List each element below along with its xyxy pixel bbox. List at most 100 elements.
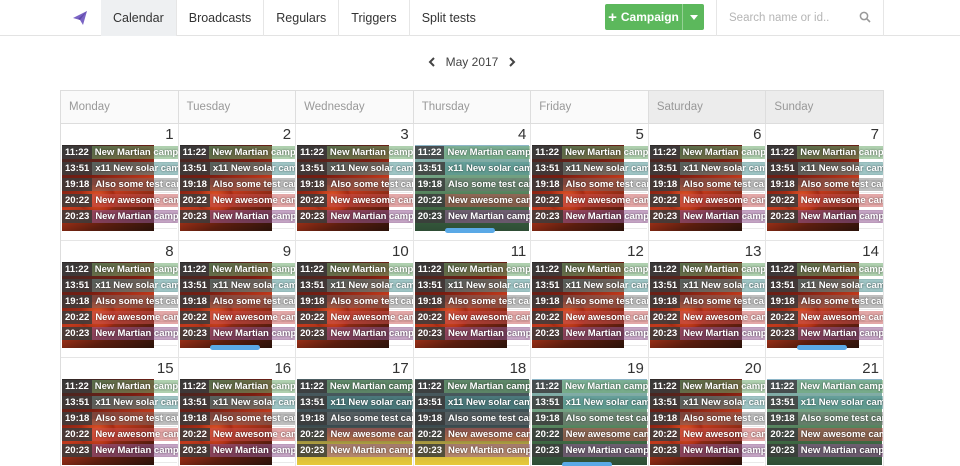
calendar-day-cell[interactable]: 1611:22New Martian campaign13:51x11 New … [179, 358, 297, 466]
calendar-event[interactable]: 13:51x11 New solar campaign [532, 162, 648, 175]
calendar-event[interactable]: 11:22New Martian campaign [179, 263, 296, 276]
calendar-event[interactable]: 20:22New awesome campaign [297, 311, 413, 324]
new-campaign-main[interactable]: + Campaign [605, 10, 682, 25]
calendar-event[interactable]: 19:18Also some test campaign [179, 412, 296, 425]
calendar-event[interactable]: 20:23New Martian campaign [62, 327, 178, 340]
calendar-event[interactable]: 11:22New Martian campaign [532, 263, 648, 276]
calendar-event[interactable]: 19:18Also some test campaign [179, 295, 296, 308]
calendar-event[interactable]: 13:51x11 New solar campaign [767, 396, 883, 409]
calendar-event[interactable]: 20:22New awesome campaign [532, 428, 648, 441]
calendar-event[interactable]: 20:23New Martian campaign [767, 327, 883, 340]
calendar-event[interactable]: 20:23New Martian campaign [414, 327, 531, 340]
calendar-event[interactable]: 11:22New Martian campaign [414, 146, 531, 159]
calendar-event[interactable]: 13:51x11 New solar campaign [62, 162, 178, 175]
calendar-event[interactable]: 13:51x11 New solar campaign [297, 279, 413, 292]
calendar-event[interactable]: 20:22New awesome campaign [414, 311, 531, 324]
next-month-arrow-icon[interactable] [506, 55, 518, 69]
calendar-event[interactable]: 20:22New awesome campaign [649, 311, 766, 324]
calendar-event[interactable]: 13:51x11 New solar campaign [297, 162, 413, 175]
calendar-event[interactable]: 20:22New awesome campaign [414, 428, 531, 441]
calendar-event[interactable]: 11:22New Martian campaign [767, 380, 883, 393]
calendar-day-cell[interactable]: 611:22New Martian campaign13:51x11 New s… [648, 124, 767, 241]
calendar-day-cell[interactable]: 2111:22New Martian campaign13:51x11 New … [766, 358, 884, 466]
calendar-event[interactable]: 19:18Also some test campaign [414, 295, 531, 308]
calendar-day-cell[interactable]: 2011:22New Martian campaign13:51x11 New … [649, 358, 767, 466]
calendar-event[interactable]: 11:22New Martian campaign [62, 380, 178, 393]
calendar-event[interactable]: 11:22New Martian campaign [767, 263, 883, 276]
calendar-event[interactable]: 20:22New awesome campaign [62, 311, 178, 324]
calendar-event[interactable]: 19:18Also some test campaign [649, 295, 766, 308]
calendar-event[interactable]: 20:23New Martian campaign [414, 444, 531, 457]
calendar-event[interactable]: 19:18Also some test campaign [532, 295, 648, 308]
calendar-event[interactable]: 13:51x11 New solar campaign [297, 396, 413, 409]
calendar-event[interactable]: 19:18Also some test campaign [62, 295, 178, 308]
calendar-event[interactable]: 20:22New awesome campaign [62, 428, 178, 441]
campaign-dropdown-toggle[interactable] [682, 4, 704, 30]
calendar-event[interactable]: 13:51x11 New solar campaign [767, 162, 883, 175]
calendar-event[interactable]: 13:51x11 New solar campaign [179, 396, 296, 409]
calendar-day-cell[interactable]: 1811:22New Martian campaign13:51x11 New … [414, 358, 532, 466]
calendar-event[interactable]: 19:18Also some test campaign [62, 178, 178, 191]
calendar-event[interactable]: 20:23New Martian campaign [767, 444, 883, 457]
calendar-day-cell[interactable]: 711:22New Martian campaign13:51x11 New s… [766, 124, 884, 241]
calendar-day-cell[interactable]: 911:22New Martian campaign13:51x11 New s… [178, 241, 297, 358]
calendar-event[interactable]: 20:23New Martian campaign [179, 327, 296, 340]
calendar-event[interactable]: 11:22New Martian campaign [414, 263, 531, 276]
calendar-event[interactable]: 13:51x11 New solar campaign [649, 162, 766, 175]
calendar-event[interactable]: 19:18Also some test campaign [297, 295, 413, 308]
calendar-event[interactable]: 11:22New Martian campaign [414, 380, 531, 393]
calendar-event[interactable]: 20:22New awesome campaign [767, 311, 883, 324]
calendar-event[interactable]: 20:22New awesome campaign [767, 428, 883, 441]
calendar-event[interactable]: 20:23New Martian campaign [649, 444, 766, 457]
calendar-event[interactable]: 20:23New Martian campaign [62, 444, 178, 457]
calendar-day-cell[interactable]: 1411:22New Martian campaign13:51x11 New … [766, 241, 884, 358]
calendar-event[interactable]: 19:18Also some test campaign [767, 178, 883, 191]
calendar-event[interactable]: 11:22New Martian campaign [297, 380, 413, 393]
calendar-event[interactable]: 19:18Also some test campaign [414, 178, 531, 191]
tab-calendar[interactable]: Calendar [101, 0, 177, 36]
calendar-event[interactable]: 19:18Also some test campaign [179, 178, 296, 191]
new-campaign-button[interactable]: + Campaign [605, 4, 704, 30]
calendar-event[interactable]: 19:18Also some test campaign [649, 178, 766, 191]
calendar-event[interactable]: 11:22New Martian campaign [62, 263, 178, 276]
calendar-event[interactable]: 20:22New awesome campaign [649, 194, 766, 207]
calendar-event[interactable]: 19:18Also some test campaign [649, 412, 766, 425]
search-input[interactable] [729, 12, 859, 24]
calendar-event[interactable]: 11:22New Martian campaign [649, 146, 766, 159]
calendar-day-cell[interactable]: 311:22New Martian campaign13:51x11 New s… [296, 124, 414, 241]
tab-broadcasts[interactable]: Broadcasts [177, 0, 265, 36]
calendar-event[interactable]: 13:51x11 New solar campaign [532, 279, 648, 292]
tab-regulars[interactable]: Regulars [264, 0, 340, 36]
calendar-event[interactable]: 19:18Also some test campaign [414, 412, 531, 425]
calendar-event[interactable]: 20:22New awesome campaign [532, 311, 648, 324]
calendar-day-cell[interactable]: 1011:22New Martian campaign13:51x11 New … [296, 241, 414, 358]
tab-split-tests[interactable]: Split tests [410, 0, 488, 36]
calendar-event[interactable]: 13:51x11 New solar campaign [649, 279, 766, 292]
calendar-day-cell[interactable]: 211:22New Martian campaign13:51x11 New s… [178, 124, 297, 241]
calendar-event[interactable]: 20:23New Martian campaign [297, 327, 413, 340]
calendar-event[interactable]: 19:18Also some test campaign [532, 412, 648, 425]
calendar-event[interactable]: 13:51x11 New solar campaign [532, 396, 648, 409]
tab-triggers[interactable]: Triggers [339, 0, 410, 36]
calendar-day-cell[interactable]: 1111:22New Martian campaign13:51x11 New … [413, 241, 532, 358]
calendar-event[interactable]: 20:22New awesome campaign [62, 194, 178, 207]
calendar-event[interactable]: 20:22New awesome campaign [297, 428, 413, 441]
calendar-day-cell[interactable]: 1211:22New Martian campaign13:51x11 New … [531, 241, 649, 358]
search-icon[interactable] [859, 11, 871, 23]
calendar-day-cell[interactable]: 511:22New Martian campaign13:51x11 New s… [531, 124, 649, 241]
calendar-day-cell[interactable]: 411:22New Martian campaign13:51x11 New s… [413, 124, 532, 241]
calendar-event[interactable]: 19:18Also some test campaign [297, 178, 413, 191]
prev-month-arrow-icon[interactable] [426, 55, 438, 69]
calendar-event[interactable]: 20:23New Martian campaign [62, 210, 178, 223]
calendar-event[interactable]: 19:18Also some test campaign [532, 178, 648, 191]
calendar-day-cell[interactable]: 1311:22New Martian campaign13:51x11 New … [648, 241, 767, 358]
calendar-event[interactable]: 13:51x11 New solar campaign [62, 396, 178, 409]
calendar-event[interactable]: 20:23New Martian campaign [649, 210, 766, 223]
calendar-day-cell[interactable]: 811:22New Martian campaign13:51x11 New s… [61, 241, 179, 358]
calendar-event[interactable]: 20:23New Martian campaign [532, 444, 648, 457]
calendar-event[interactable]: 11:22New Martian campaign [62, 146, 178, 159]
calendar-event[interactable]: 13:51x11 New solar campaign [179, 162, 296, 175]
calendar-event[interactable]: 20:22New awesome campaign [179, 194, 296, 207]
calendar-event[interactable]: 11:22New Martian campaign [767, 146, 883, 159]
calendar-event[interactable]: 20:23New Martian campaign [297, 210, 413, 223]
